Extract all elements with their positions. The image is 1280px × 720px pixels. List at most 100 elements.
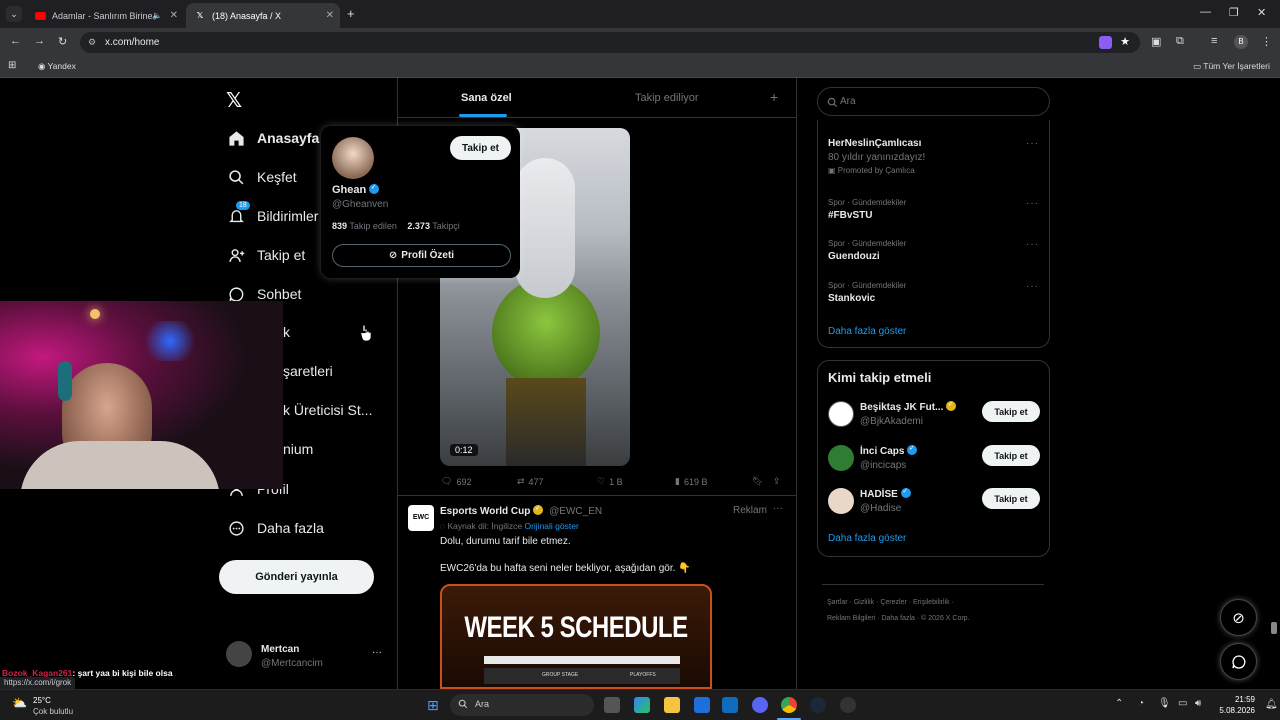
volume-icon[interactable]: 🔊︎	[1195, 698, 1201, 709]
new-tab-icon[interactable]: +	[347, 6, 355, 21]
tab-groups-icon[interactable]: ▣	[1151, 35, 1161, 48]
forward-icon[interactable]: →	[34, 35, 45, 47]
windows-start-icon[interactable]: ⊞	[427, 697, 439, 714]
sidebar-item-premium[interactable]: nium	[283, 441, 313, 457]
reply-button[interactable]: 🗨 692	[441, 476, 471, 487]
star-icon[interactable]: ★	[1120, 32, 1130, 53]
ad-author[interactable]: Esports World Cup	[440, 506, 530, 517]
extensions-icon[interactable]: ⧉	[1176, 35, 1184, 48]
back-icon[interactable]: ←	[10, 35, 21, 47]
sidebar-item-notifications[interactable]: 18 Bildirimler	[227, 201, 318, 225]
follow-button[interactable]: Takip et	[982, 488, 1040, 509]
store-icon[interactable]	[694, 697, 710, 713]
trend-item[interactable]: HerNeslinÇamlıcası 80 yıldır yanınızdayı…	[828, 138, 1041, 175]
discord-icon[interactable]	[752, 697, 768, 713]
file-explorer-icon[interactable]	[664, 697, 680, 713]
taskbar-search-input[interactable]: Ara	[450, 694, 594, 716]
search-input[interactable]: Ara	[817, 87, 1050, 116]
sidebar-item-explore[interactable]: Keşfet	[227, 168, 297, 186]
trend-item[interactable]: Spor · Gündemdekiler Guendouzi	[828, 239, 906, 262]
extension-install-icon[interactable]	[1099, 36, 1112, 49]
mute-icon[interactable]: 🔈	[152, 11, 162, 20]
chrome-icon[interactable]	[781, 697, 797, 713]
ad-image[interactable]: WEEK 5 SCHEDULE GROUP STAGE PLAYOFFS	[440, 584, 712, 689]
outlook-icon[interactable]	[722, 697, 738, 713]
sidebar-item-home[interactable]: Anasayfa	[227, 129, 319, 147]
footer-link[interactable]: Çerezler	[880, 599, 906, 606]
account-switcher[interactable]: Mertcan @Mertcancim ···	[226, 641, 386, 673]
steam-icon[interactable]	[810, 697, 826, 713]
obs-icon[interactable]	[840, 697, 856, 713]
follow-button[interactable]: Takip et	[982, 445, 1040, 466]
share-icon[interactable]: ⇪	[773, 476, 781, 487]
copilot-icon[interactable]	[634, 697, 650, 713]
grok-icon[interactable]: ⊘	[1220, 599, 1257, 636]
trend-item[interactable]: Spor · Gündemdekiler Stankovic	[828, 281, 906, 304]
network-icon[interactable]: ▭	[1178, 698, 1187, 709]
wifi-icon[interactable]: ◔	[1138, 698, 1144, 709]
tab-x-home[interactable]: 𝕏 (18) Anasayfa / X ✕	[186, 3, 340, 28]
url-input[interactable]: ⚙ x.com/home ★	[80, 32, 1140, 53]
task-view-icon[interactable]	[604, 697, 620, 713]
views-button[interactable]: ▮ 619 B	[675, 476, 707, 487]
hovercard-name[interactable]: Ghean	[332, 183, 380, 196]
footer-link[interactable]: Şartlar	[827, 599, 848, 606]
profile-summary-button[interactable]: ⊘ Profil Özeti	[332, 244, 511, 267]
footer-link[interactable]: Reklam Bilgileri	[827, 615, 875, 622]
profile-avatar[interactable]: B	[1234, 35, 1248, 49]
add-tab-icon[interactable]: +	[770, 89, 778, 105]
more-icon[interactable]: ···	[1026, 198, 1039, 209]
avatar[interactable]	[332, 137, 374, 179]
sidebar-item-creator-studio[interactable]: k Üreticisi St...	[283, 402, 372, 418]
minimize-icon[interactable]: —	[1200, 6, 1211, 18]
ewc-avatar[interactable]: EWC	[408, 505, 434, 531]
more-icon[interactable]: ···	[372, 647, 382, 658]
tab-youtube[interactable]: Adamlar - Sanlırım Birine - 🔈 ✕	[26, 3, 184, 28]
like-button[interactable]: ♡ 1 B	[597, 476, 623, 487]
chat-icon[interactable]	[1220, 643, 1257, 680]
post-button[interactable]: Gönderi yayınla	[219, 560, 374, 594]
tray-chevron-icon[interactable]: ⌃	[1115, 698, 1123, 709]
follow-button[interactable]: Takip et	[450, 136, 511, 160]
tab-following[interactable]: Takip ediliyor	[635, 92, 699, 104]
clock[interactable]: 21:59 5.08.2026	[1215, 694, 1255, 716]
suggestion-row[interactable]: İnci Caps @incicaps Takip et	[828, 443, 1040, 479]
site-info-icon[interactable]: ⚙	[88, 32, 96, 53]
more-icon[interactable]: ···	[773, 503, 783, 514]
footer-link[interactable]: Gizlilik	[854, 599, 874, 606]
close-icon[interactable]: ✕	[170, 10, 178, 21]
sidebar-item-grok[interactable]: k	[283, 324, 290, 340]
repost-button[interactable]: ⇄ 477	[517, 476, 544, 487]
tab-for-you[interactable]: Sana özel	[461, 92, 512, 104]
tab-search-icon[interactable]: ⌄	[6, 6, 22, 22]
more-icon[interactable]: ···	[1026, 239, 1039, 250]
more-icon[interactable]: ···	[1026, 281, 1039, 292]
notification-bell-icon[interactable]: 🔔︎	[1265, 699, 1278, 710]
footer-link[interactable]: Daha fazla	[881, 615, 914, 622]
sidebar-item-bookmarks[interactable]: şaretleri	[283, 363, 333, 379]
show-more-suggestions-link[interactable]: Daha fazla göster	[828, 533, 906, 544]
following-count[interactable]: 839	[332, 221, 347, 231]
suggestion-row[interactable]: Beşiktaş JK Fut... @BjkAkademi Takip et	[828, 399, 1040, 435]
trend-item[interactable]: Spor · Gündemdekiler #FBvSTU	[828, 198, 906, 221]
x-logo-icon[interactable]: 𝕏	[226, 88, 242, 113]
follow-button[interactable]: Takip et	[982, 401, 1040, 422]
show-more-trends-link[interactable]: Daha fazla göster	[828, 326, 906, 337]
bookmark-yandex[interactable]: ◉ Yandex	[38, 61, 76, 72]
weather-widget[interactable]: ⛅ 25°C Çok bulutlu	[10, 694, 80, 718]
apps-icon[interactable]: ⊞	[8, 60, 16, 71]
mic-icon[interactable]: 🎙︎	[1158, 698, 1171, 709]
footer-link[interactable]: Erişilebilirlik	[913, 599, 950, 606]
close-icon[interactable]: ✕	[326, 10, 334, 21]
suggestion-row[interactable]: HADİSE @Hadise Takip et	[828, 486, 1040, 522]
sidebar-item-more[interactable]: Daha fazla	[227, 519, 324, 537]
window-close-icon[interactable]: ✕	[1257, 6, 1266, 19]
more-icon[interactable]: ···	[1026, 138, 1039, 149]
all-bookmarks[interactable]: ▭ Tüm Yer İşaretleri	[1193, 61, 1270, 72]
bookmark-icon[interactable]: 🔖︎	[752, 476, 763, 487]
sidebar-item-follow[interactable]: Takip et	[227, 246, 305, 264]
followers-count[interactable]: 2.373	[407, 221, 430, 231]
menu-icon[interactable]: ⋮	[1261, 35, 1272, 48]
scrollbar-thumb[interactable]	[1271, 622, 1277, 634]
reading-list-icon[interactable]: ≡	[1211, 35, 1217, 47]
